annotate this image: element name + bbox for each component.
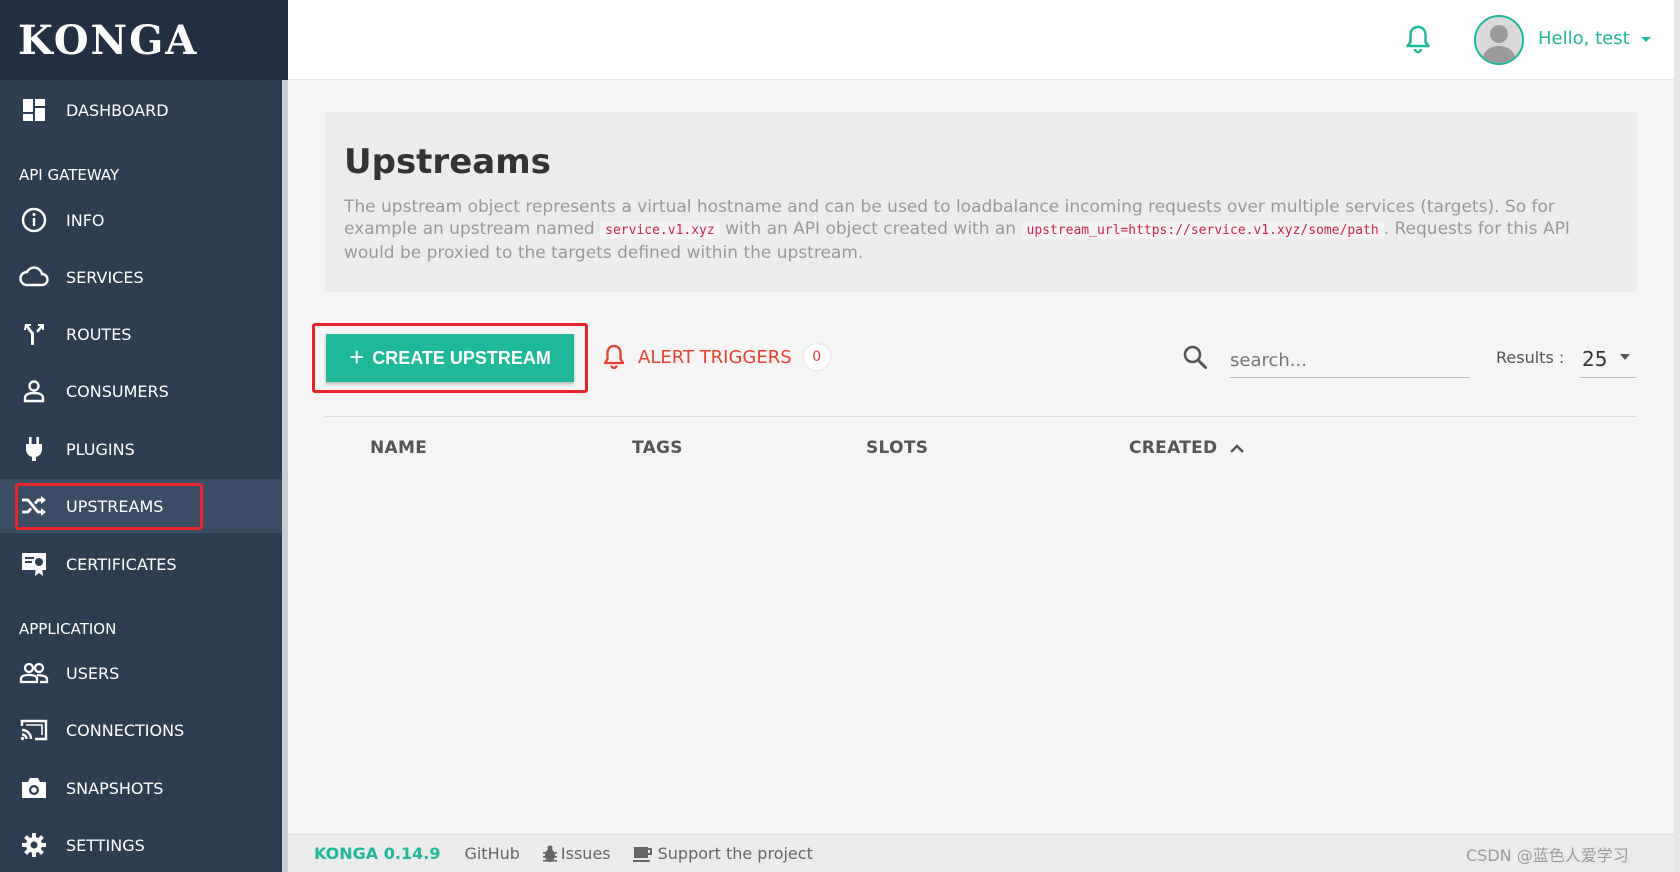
sidebar-item-label: INFO — [66, 210, 105, 230]
scrollbar[interactable] — [1674, 0, 1680, 872]
results-value: 25 — [1582, 346, 1608, 371]
dashboard-icon — [19, 95, 49, 125]
sidebar-item-label: SETTINGS — [66, 835, 145, 855]
alert-triggers-label: ALERT TRIGGERS — [638, 346, 792, 368]
column-header-name[interactable]: NAME — [370, 438, 427, 458]
sidebar-item-dashboard[interactable]: DASHBOARD — [0, 83, 282, 137]
info-icon — [19, 205, 49, 235]
bell-icon — [603, 344, 625, 370]
highlight-box-upstreams — [15, 483, 203, 530]
sidebar-item-label: SNAPSHOTS — [66, 778, 164, 798]
column-header-tags[interactable]: TAGS — [632, 438, 683, 458]
page-title: Upstreams — [344, 142, 551, 182]
user-greeting: Hello, test — [1538, 28, 1630, 49]
sort-asc-icon — [1230, 444, 1245, 453]
sidebar-item-snapshots[interactable]: SNAPSHOTS — [0, 761, 282, 815]
issues-link[interactable]: Issues — [542, 844, 611, 863]
caret-down-icon — [1641, 36, 1652, 42]
watermark: CSDN @蓝色人爱学习 — [1466, 846, 1629, 865]
github-link[interactable]: GitHub — [464, 844, 519, 863]
code-snippet: service.v1.xyz — [600, 222, 720, 239]
caret-down-icon — [1620, 354, 1630, 360]
routes-icon — [19, 319, 49, 349]
sidebar-item-label: USERS — [66, 663, 120, 683]
column-header-slots[interactable]: SLOTS — [866, 438, 928, 458]
description-text: with an API object created with an — [725, 219, 1017, 239]
sidebar-item-routes[interactable]: ROUTES — [0, 307, 282, 361]
certificate-icon — [19, 549, 49, 579]
search-icon[interactable] — [1182, 344, 1208, 374]
sidebar-item-label: CERTIFICATES — [66, 554, 177, 574]
topbar — [288, 0, 1674, 80]
support-link[interactable]: Support the project — [632, 844, 813, 863]
cloud-icon — [19, 262, 49, 292]
page-description: The upstream object represents a virtual… — [344, 196, 1624, 264]
section-title-application: APPLICATION — [19, 620, 117, 638]
users-icon — [19, 658, 49, 688]
column-header-created[interactable]: CREATED — [1129, 438, 1245, 458]
sidebar-item-label: SERVICES — [66, 267, 144, 287]
sidebar-item-users[interactable]: USERS — [0, 646, 282, 700]
results-per-page-select[interactable]: 25 — [1580, 340, 1636, 378]
cast-icon — [19, 715, 49, 745]
sidebar-item-info[interactable]: INFO — [0, 193, 282, 247]
sidebar-item-consumers[interactable]: CONSUMERS — [0, 364, 282, 418]
user-icon — [19, 376, 49, 406]
plug-icon — [19, 434, 49, 464]
sidebar-item-label: PLUGINS — [66, 439, 135, 459]
sidebar-item-certificates[interactable]: CERTIFICATES — [0, 537, 282, 591]
sidebar-item-plugins[interactable]: PLUGINS — [0, 422, 282, 476]
version-link[interactable]: KONGA 0.14.9 — [314, 844, 440, 863]
camera-icon — [19, 773, 49, 803]
sidebar-item-services[interactable]: SERVICES — [0, 250, 282, 304]
section-title-api-gateway: API GATEWAY — [19, 166, 120, 184]
code-snippet: upstream_url=https://service.v1.xyz/some… — [1021, 222, 1384, 239]
results-label: Results : — [1496, 348, 1565, 367]
page-header: Upstreams The upstream object represents… — [325, 112, 1637, 292]
highlight-box-create — [312, 323, 588, 393]
notifications-bell-icon[interactable] — [1404, 24, 1432, 58]
brand-logo[interactable]: KONGA — [0, 0, 288, 80]
search-input[interactable] — [1230, 344, 1470, 378]
github-label: GitHub — [464, 844, 520, 863]
bug-icon — [542, 845, 557, 862]
gear-icon — [19, 830, 49, 860]
logo-text: KONGA — [18, 16, 199, 64]
coffee-icon — [632, 846, 652, 862]
issues-label: Issues — [560, 844, 611, 863]
sidebar-edge — [282, 80, 288, 872]
alert-triggers-button[interactable]: ALERT TRIGGERS 0 — [602, 344, 830, 370]
alert-count-badge: 0 — [803, 344, 830, 370]
sidebar-item-label: ROUTES — [66, 324, 132, 344]
divider — [325, 416, 1637, 417]
support-label: Support the project — [657, 844, 813, 863]
sidebar-item-label: CONNECTIONS — [66, 720, 185, 740]
user-menu[interactable]: Hello, test — [1538, 28, 1652, 49]
avatar[interactable] — [1474, 15, 1524, 65]
sidebar-item-settings[interactable]: SETTINGS — [0, 818, 282, 872]
sidebar-item-connections[interactable]: CONNECTIONS — [0, 703, 282, 757]
sidebar-item-label: CONSUMERS — [66, 381, 169, 401]
column-header-label: CREATED — [1129, 438, 1218, 458]
sidebar-item-label: DASHBOARD — [66, 100, 169, 120]
